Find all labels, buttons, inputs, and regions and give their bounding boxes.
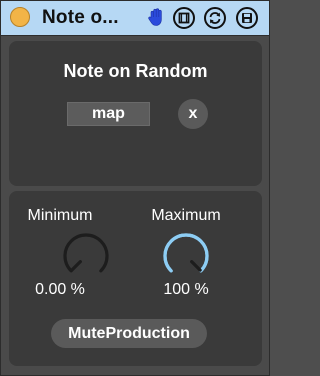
clear-mapping-button[interactable]: x bbox=[178, 99, 208, 129]
note-on-random-panel: Note on Random map x bbox=[9, 41, 262, 186]
panel-title: Note on Random bbox=[63, 61, 208, 81]
maximum-dial[interactable] bbox=[161, 231, 211, 281]
sync-icon[interactable] bbox=[204, 7, 226, 29]
minimum-dial-track bbox=[63, 233, 109, 273]
maximum-dial-arc bbox=[163, 233, 209, 273]
range-panel: Minimum Maximum 0.00 % 100 % MuteProduct… bbox=[9, 191, 262, 366]
mute-production-button[interactable]: MuteProduction bbox=[51, 319, 207, 348]
device-window: Note o... Note on Random map x Minimum M… bbox=[0, 0, 270, 376]
power-toggle[interactable] bbox=[10, 7, 30, 27]
minimum-dial-needle bbox=[70, 260, 82, 272]
minimum-value: 0.00 % bbox=[35, 281, 85, 298]
hand-icon[interactable] bbox=[146, 6, 168, 28]
map-button[interactable]: map bbox=[67, 102, 150, 126]
maximum-dial-needle bbox=[190, 260, 202, 272]
minimum-dial[interactable] bbox=[61, 231, 111, 281]
save-icon[interactable] bbox=[236, 7, 258, 29]
maximum-value: 100 % bbox=[163, 281, 209, 298]
minimum-label: Minimum bbox=[27, 207, 93, 224]
title-bar: Note o... bbox=[1, 1, 269, 36]
maximum-label: Maximum bbox=[151, 207, 221, 224]
device-icon[interactable] bbox=[173, 7, 195, 29]
device-title: Note o... bbox=[42, 7, 119, 28]
